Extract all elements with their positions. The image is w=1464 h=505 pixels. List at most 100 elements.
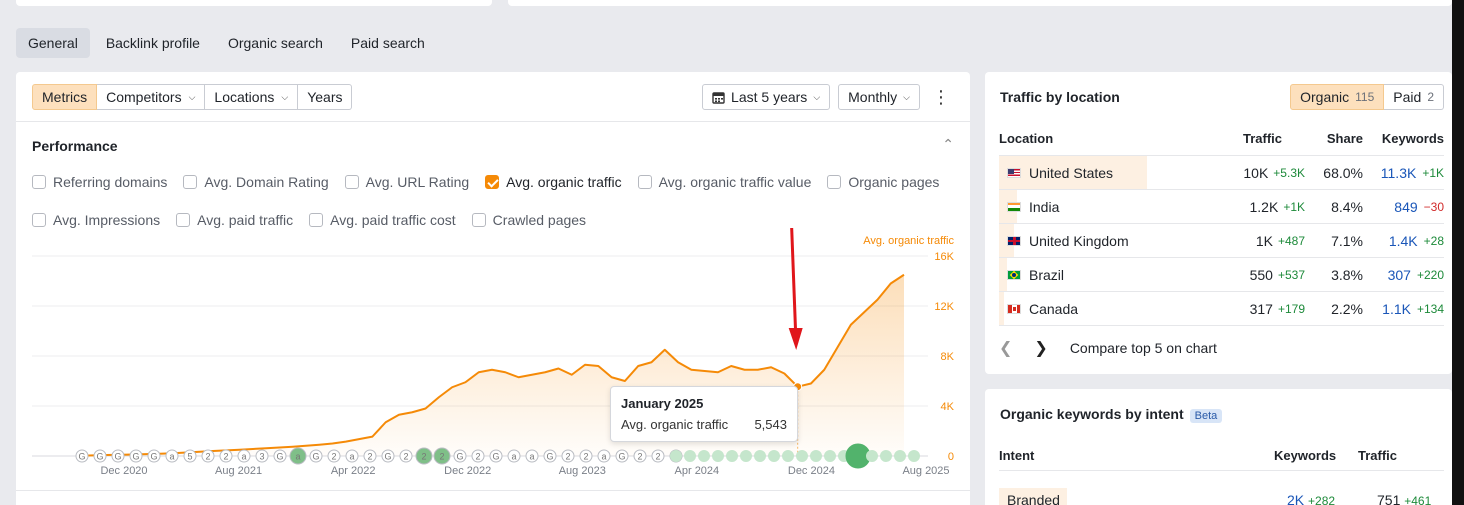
col-intent[interactable]: Intent [999, 448, 1274, 463]
keywords-link[interactable]: 1.4K [1389, 233, 1418, 249]
event-marker-label: a [295, 452, 300, 462]
tab-general[interactable]: General [16, 28, 90, 58]
interval-label: Monthly [848, 89, 898, 105]
metric-checkbox[interactable]: Avg. Domain Rating [183, 173, 329, 191]
chevron-up-icon[interactable]: ⌃ [942, 136, 954, 153]
date-range-label: Last 5 years [731, 89, 808, 105]
update-dot [740, 450, 752, 462]
location-row[interactable]: India 1.2K +1K 8.4% 849 −30 [999, 190, 1444, 224]
x-tick-label: Dec 2024 [788, 465, 835, 477]
metric-checkbox[interactable]: Avg. organic traffic value [637, 173, 812, 191]
keywords-link[interactable]: 307 [1388, 267, 1411, 283]
chevron-right-icon[interactable]: ❯ [1034, 338, 1047, 358]
event-marker-label: G [132, 452, 139, 462]
location-row[interactable]: United Kingdom 1K +487 7.1% 1.4K +28 [999, 224, 1444, 258]
location-row[interactable]: Brazil 550 +537 3.8% 307 +220 [999, 258, 1444, 292]
location-row[interactable]: Canada 317 +179 2.2% 1.1K +134 [999, 292, 1444, 326]
date-range-select[interactable]: Last 5 years ⌵ [702, 84, 831, 110]
keywords-delta: +28 [1423, 233, 1444, 248]
col-keywords[interactable]: Keywords [1274, 448, 1358, 463]
organic-toggle-button[interactable]: Organic 115 [1290, 84, 1385, 110]
x-tick-label: Aug 2023 [559, 465, 606, 477]
y-tick-label: 12K [934, 301, 954, 313]
intent-branded[interactable]: Branded [999, 488, 1067, 505]
event-marker-label: 2 [583, 452, 588, 462]
y-tick-label: 8K [941, 351, 955, 363]
chevron-left-icon[interactable]: ❮ [999, 338, 1012, 358]
traffic-delta: +1K [1283, 199, 1305, 214]
checkbox-icon [183, 175, 198, 189]
checkbox-icon [827, 175, 842, 189]
competitors-dropdown[interactable]: Competitors ⌵ [97, 84, 206, 110]
x-tick-label: Apr 2024 [675, 465, 720, 477]
metric-checkbox[interactable]: Avg. organic traffic [485, 173, 622, 191]
keywords-link[interactable]: 11.3K [1381, 165, 1417, 181]
top-card-right [508, 0, 1452, 6]
location-cell: India [999, 199, 1217, 215]
interval-select[interactable]: Monthly ⌵ [838, 84, 920, 110]
y-tick-label: 4K [941, 401, 955, 413]
intent-traffic-value: 751 [1377, 492, 1401, 505]
paid-toggle-button[interactable]: Paid 2 [1384, 84, 1444, 110]
share-value: 8.4% [1331, 198, 1363, 215]
event-marker-label: 2 [565, 452, 570, 462]
update-dot [880, 450, 892, 462]
col-location[interactable]: Location [999, 131, 1217, 146]
metric-checkbox[interactable]: Organic pages [827, 173, 939, 191]
col-traffic[interactable]: Traffic [1358, 448, 1397, 463]
event-marker-label: 2 [655, 452, 660, 462]
update-dot [754, 450, 766, 462]
y-tick-label: 16K [934, 251, 954, 263]
update-dot [782, 450, 794, 462]
share-value: 2.2% [1331, 300, 1363, 317]
location-row[interactable]: United States 10K +5.3K 68.0% 11.3K +1K [999, 156, 1444, 190]
top-card-left [16, 0, 492, 6]
checkbox-icon [344, 175, 359, 189]
keywords-delta: −30 [1423, 199, 1444, 214]
more-options-icon[interactable]: ⋮ [928, 84, 954, 110]
keywords-delta: +220 [1416, 267, 1444, 282]
update-dot [908, 450, 920, 462]
location-pager: ❮ ❯ Compare top 5 on chart [999, 338, 1217, 358]
event-marker-label: 2 [223, 452, 228, 462]
country-name: India [1029, 198, 1060, 215]
keywords-cell: 11.3K +1K [1363, 165, 1444, 181]
keywords-link[interactable]: 849 [1394, 199, 1417, 215]
tab-backlink-profile[interactable]: Backlink profile [94, 28, 212, 58]
col-keywords[interactable]: Keywords [1363, 131, 1444, 146]
event-marker-label: G [384, 452, 391, 462]
traffic-value: 550 [1249, 266, 1273, 283]
metric-checkbox[interactable]: Referring domains [32, 173, 167, 191]
event-marker-label: 2 [439, 452, 444, 462]
event-marker-label: 2 [367, 452, 372, 462]
tab-paid-search[interactable]: Paid search [339, 28, 437, 58]
event-marker-label: 3 [259, 452, 264, 462]
locations-dropdown[interactable]: Locations ⌵ [205, 84, 299, 110]
update-dot [712, 450, 724, 462]
event-marker-label: G [78, 452, 85, 462]
intent-keywords[interactable]: 2K +282 [1287, 492, 1377, 505]
locations-label: Locations [214, 89, 275, 105]
col-share[interactable]: Share [1307, 131, 1363, 146]
metric-checkbox[interactable]: Avg. URL Rating [344, 173, 469, 191]
location-cell: Brazil [999, 267, 1217, 283]
metrics-button[interactable]: Metrics [32, 84, 98, 110]
x-tick-label: Apr 2022 [331, 465, 376, 477]
event-marker-label: 5 [187, 452, 192, 462]
years-button[interactable]: Years [298, 84, 353, 110]
event-marker-label: G [276, 452, 283, 462]
tab-organic-search[interactable]: Organic search [216, 28, 335, 58]
traffic-value: 10K [1243, 164, 1269, 181]
x-tick-label: Dec 2022 [444, 465, 491, 477]
compare-top5-link[interactable]: Compare top 5 on chart [1070, 340, 1217, 356]
performance-panel: Metrics Competitors ⌵ Locations ⌵ Years La… [16, 72, 970, 505]
traffic-value: 1.2K [1249, 198, 1279, 215]
intent-table-header: Intent Keywords Traffic [999, 441, 1444, 471]
keywords-link[interactable]: 1.1K [1382, 301, 1411, 317]
series-legend-label: Avg. organic traffic [863, 235, 954, 247]
event-marker-label: 2 [205, 452, 210, 462]
keywords-delta: +134 [1416, 301, 1444, 316]
metric-label: Avg. organic traffic value [658, 174, 812, 190]
col-traffic[interactable]: Traffic [1217, 131, 1307, 146]
event-marker-label: G [492, 452, 499, 462]
